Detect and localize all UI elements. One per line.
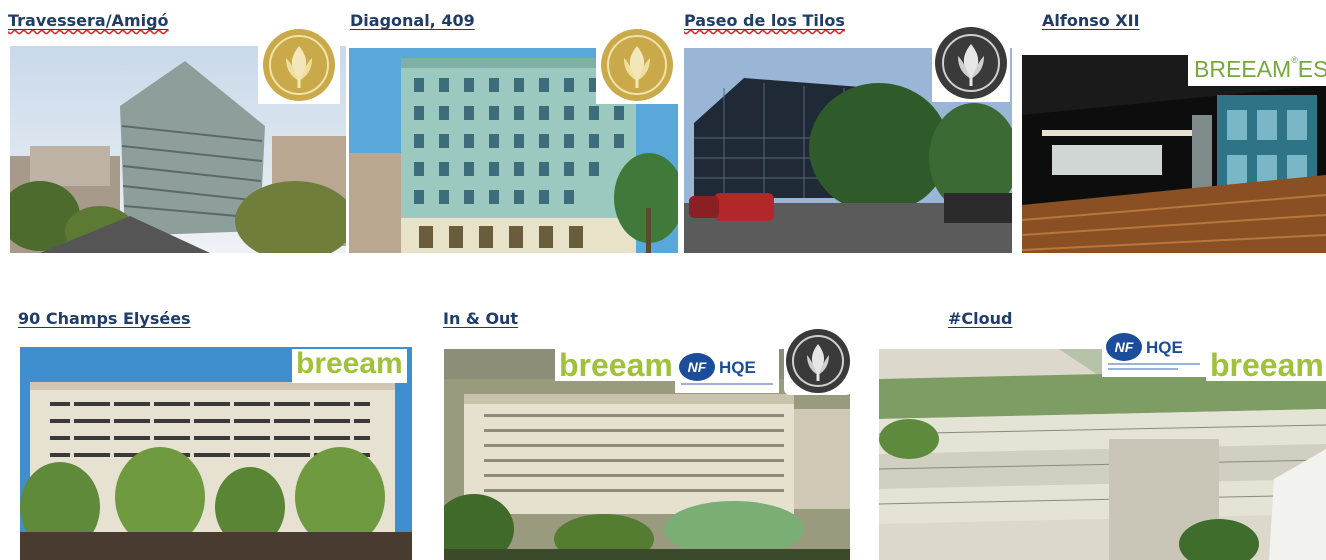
nf-hqe-logo: NF HQE — [675, 349, 779, 393]
leed-platinum-badge — [784, 327, 852, 395]
svg-text:HQE: HQE — [719, 358, 756, 377]
leed-platinum-badge — [932, 24, 1010, 102]
breeam-logo: breeam — [1206, 349, 1326, 381]
project-title-alfonso: Alfonso XII — [1042, 11, 1140, 30]
project-title-champs: 90 Champs Elysées — [18, 309, 191, 328]
svg-text:NF: NF — [1115, 339, 1134, 355]
project-title-in-out: In & Out — [443, 309, 519, 328]
leed-gold-badge — [596, 26, 678, 104]
breeam-logo: breeam — [555, 349, 677, 381]
svg-text:HQE: HQE — [1146, 338, 1183, 357]
project-title-paseo-tilos: Paseo de los Tilos — [684, 11, 845, 30]
nf-hqe-logo: NF HQE — [1102, 329, 1206, 377]
breeam-es-logo: BREEAM®ES — [1188, 52, 1326, 86]
project-title-diagonal: Diagonal, 409 — [350, 11, 475, 30]
breeam-logo: breeam — [292, 349, 407, 383]
project-title-cloud: #Cloud — [948, 309, 1013, 328]
svg-text:NF: NF — [688, 359, 707, 375]
project-title-travessera: Travessera/Amigó — [8, 11, 169, 30]
leed-gold-badge — [258, 26, 340, 104]
